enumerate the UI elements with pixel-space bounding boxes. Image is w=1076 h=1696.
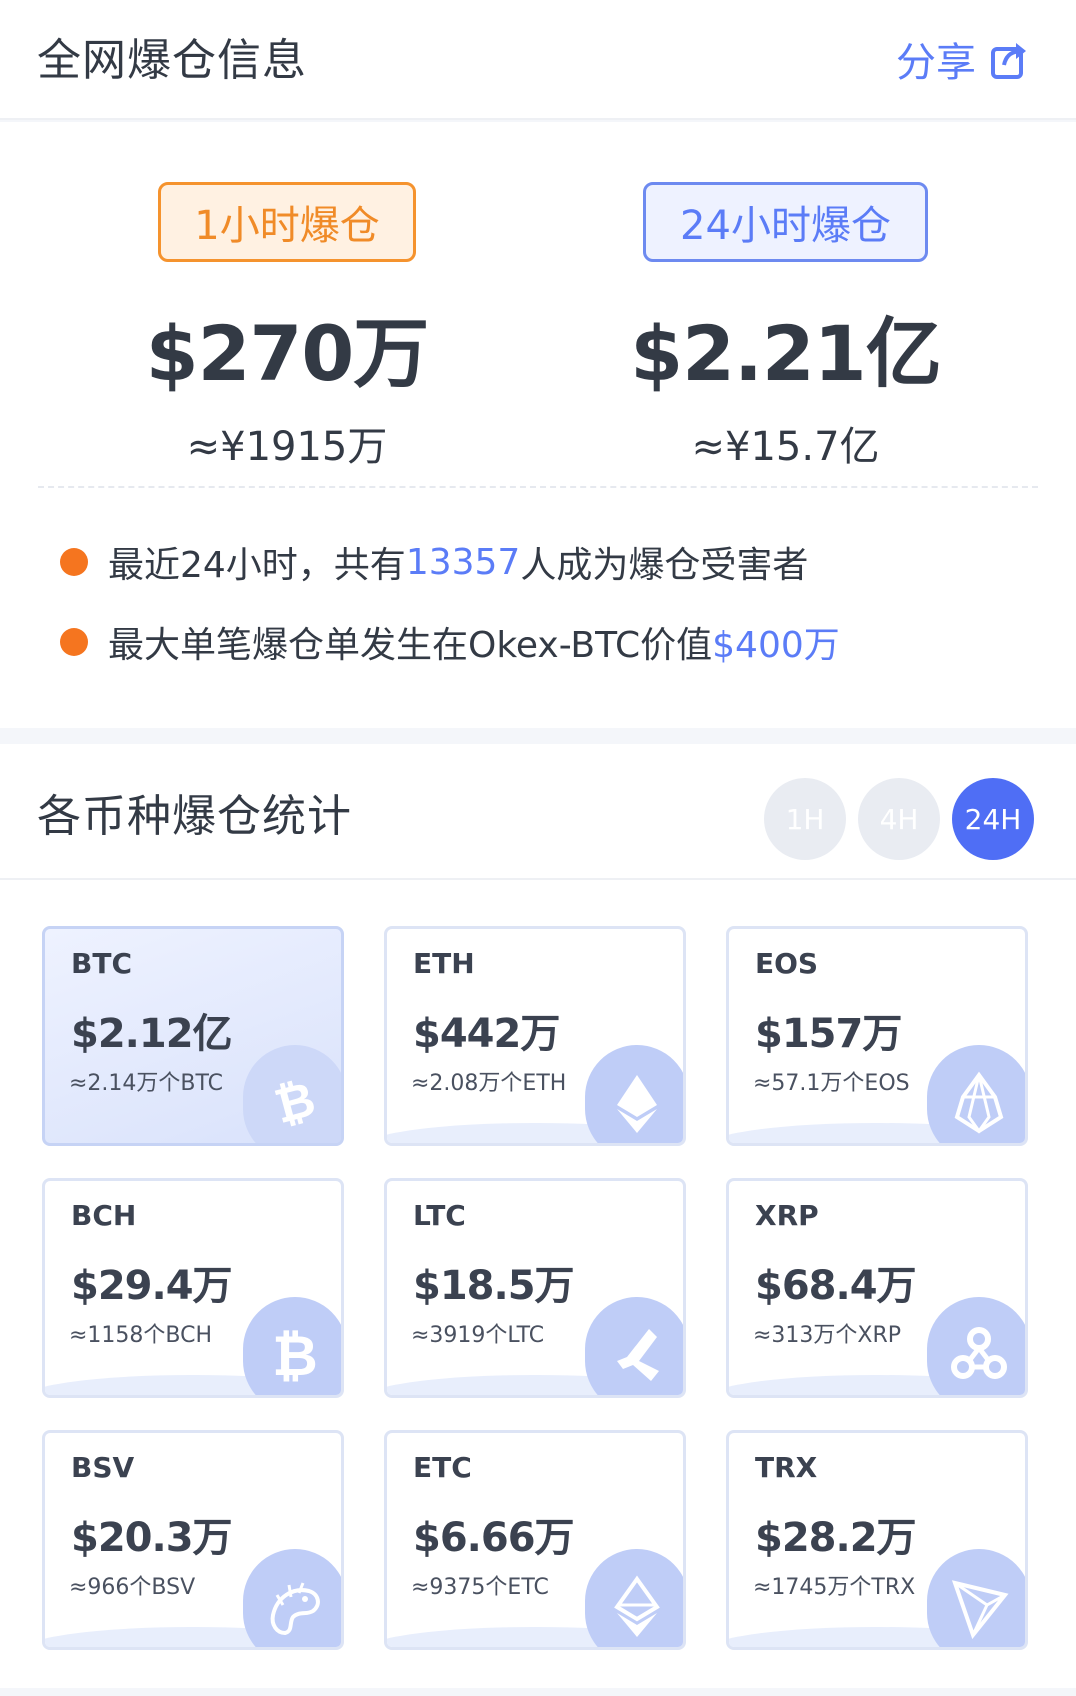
share-label: 分享: [896, 40, 976, 86]
coin-amount: $18.5万: [413, 1263, 575, 1309]
bullet-dot-icon: [60, 548, 88, 576]
bitcoin-icon: ₿: [243, 1045, 341, 1143]
coin-quantity: ≈2.14万个BTC: [69, 1071, 224, 1096]
coin-card-eth[interactable]: ETH $442万 ≈2.08万个ETH: [384, 926, 686, 1146]
coin-symbol: EOS: [755, 947, 819, 980]
litecoin-icon: [585, 1297, 683, 1395]
tron-icon: [927, 1549, 1025, 1647]
coin-card-eos[interactable]: EOS $157万 ≈57.1万个EOS: [726, 926, 1028, 1146]
svg-text:₿: ₿: [269, 1071, 321, 1135]
page-title: 全网爆仓信息: [37, 35, 307, 86]
coin-card-xrp[interactable]: XRP $68.4万 ≈313万个XRP: [726, 1178, 1028, 1398]
coin-amount: $28.2万: [755, 1515, 917, 1561]
coin-quantity: ≈3919个LTC: [411, 1323, 545, 1348]
bullet-dot-icon: [60, 628, 88, 656]
fact-highlight: 13357: [405, 541, 521, 583]
period-1h-usd: $270万: [145, 309, 430, 398]
coin-symbol: XRP: [755, 1199, 819, 1232]
coin-quantity: ≈1745万个TRX: [753, 1575, 916, 1600]
coin-amount: $2.12亿: [71, 1011, 233, 1057]
period-1h-tag[interactable]: 1小时爆仓: [158, 182, 416, 262]
tab-24h[interactable]: 24H: [952, 778, 1034, 860]
coin-card-ltc[interactable]: LTC $18.5万 ≈3919个LTC: [384, 1178, 686, 1398]
fact-item: 最近24小时，共有 13357 人成为爆仓受害者: [60, 522, 1040, 602]
dashed-divider: [38, 486, 1038, 488]
period-24h-cny: ≈¥15.7亿: [691, 424, 880, 470]
coin-amount: $442万: [413, 1011, 560, 1057]
coin-stats-header: 各币种爆仓统计 1H 4H 24H: [0, 744, 1076, 880]
timeframe-tabs: 1H 4H 24H: [764, 778, 1034, 860]
coin-amount: $29.4万: [71, 1263, 233, 1309]
bitcoin-cash-icon: ₿: [243, 1297, 341, 1395]
coin-amount: $157万: [755, 1011, 902, 1057]
coin-grid: BTC $2.12亿 ≈2.14万个BTC ₿ ETH $442万 ≈2.08万…: [0, 880, 1076, 1688]
ethereum-classic-icon: [585, 1549, 683, 1647]
period-24h-usd: $2.21亿: [630, 309, 941, 398]
coin-symbol: ETH: [413, 947, 475, 980]
section-title: 各币种爆仓统计: [37, 791, 352, 842]
coin-amount: $20.3万: [71, 1515, 233, 1561]
coin-quantity: ≈1158个BCH: [69, 1323, 213, 1348]
ripple-icon: [927, 1297, 1025, 1395]
coin-symbol: BSV: [71, 1451, 135, 1484]
coin-quantity: ≈9375个ETC: [411, 1575, 549, 1600]
ethereum-icon: [585, 1045, 683, 1143]
eos-icon: [927, 1045, 1025, 1143]
page-header: 全网爆仓信息 分享: [0, 0, 1076, 120]
fact-highlight: $400万: [712, 625, 840, 666]
tab-4h[interactable]: 4H: [858, 778, 940, 860]
coin-symbol: TRX: [755, 1451, 818, 1484]
fact-text: 人成为爆仓受害者: [520, 545, 809, 586]
coin-card-bch[interactable]: BCH $29.4万 ≈1158个BCH ₿: [42, 1178, 344, 1398]
fact-text: 最近24小时，共有: [108, 545, 406, 586]
share-icon: [991, 43, 1026, 79]
coin-amount: $6.66万: [413, 1515, 575, 1561]
period-24h: 24小时爆仓 $2.21亿 ≈¥15.7亿: [630, 182, 942, 472]
liquidation-summary: 1小时爆仓 $270万 ≈¥1915万 24小时爆仓 $2.21亿 ≈¥15.7…: [0, 122, 1076, 728]
coin-symbol: ETC: [413, 1451, 472, 1484]
coin-amount: $68.4万: [755, 1263, 917, 1309]
period-24h-tag[interactable]: 24小时爆仓: [643, 182, 928, 262]
coin-card-etc[interactable]: ETC $6.66万 ≈9375个ETC: [384, 1430, 686, 1650]
coin-card-trx[interactable]: TRX $28.2万 ≈1745万个TRX: [726, 1430, 1028, 1650]
coin-card-btc[interactable]: BTC $2.12亿 ≈2.14万个BTC ₿: [42, 926, 344, 1146]
period-1h: 1小时爆仓 $270万 ≈¥1915万: [146, 182, 429, 472]
coin-quantity: ≈2.08万个ETH: [411, 1071, 567, 1096]
coin-symbol: LTC: [413, 1199, 466, 1232]
coin-quantity: ≈313万个XRP: [753, 1323, 902, 1348]
coin-symbol: BTC: [71, 947, 132, 980]
coin-quantity: ≈966个BSV: [69, 1575, 196, 1600]
fact-item: 最大单笔爆仓单发生在Okex-BTC价值 $400万: [60, 602, 1040, 682]
period-1h-cny: ≈¥1915万: [186, 424, 388, 470]
fact-text: 最大单笔爆仓单发生在Okex-BTC价值: [108, 625, 713, 666]
coin-card-bsv[interactable]: BSV $20.3万 ≈966个BSV: [42, 1430, 344, 1650]
fact-list: 最近24小时，共有 13357 人成为爆仓受害者 最大单笔爆仓单发生在Okex-…: [60, 522, 1040, 682]
coin-quantity: ≈57.1万个EOS: [753, 1071, 910, 1096]
coin-symbol: BCH: [71, 1199, 137, 1232]
dragon-icon: [243, 1549, 341, 1647]
tab-1h[interactable]: 1H: [764, 778, 846, 860]
svg-text:₿: ₿: [272, 1324, 318, 1387]
share-button[interactable]: 分享: [896, 30, 1032, 88]
